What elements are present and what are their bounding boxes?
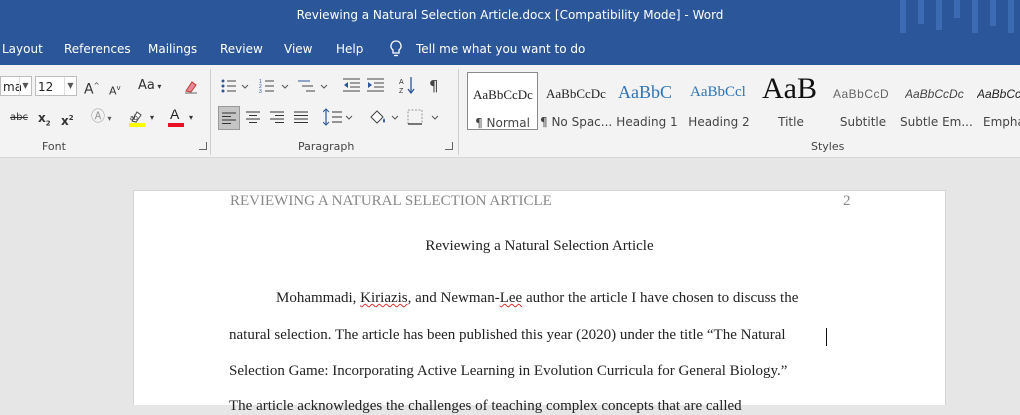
style-preview: AaBbCcl <box>690 84 746 100</box>
subscript-button[interactable]: x2 <box>38 108 51 133</box>
decrease-indent-icon[interactable] <box>343 77 361 93</box>
ribbon-tabs: Layout References Mailings Review View H… <box>0 33 1020 65</box>
group-divider <box>458 69 459 155</box>
justify-icon[interactable] <box>294 110 308 124</box>
tab-review[interactable]: Review <box>220 42 263 56</box>
bullets-icon[interactable] <box>221 78 249 94</box>
chevron-down-icon[interactable]: ▾ <box>189 108 193 128</box>
styles-group-label: Styles <box>811 140 845 153</box>
grow-font-button[interactable]: A^ <box>84 76 99 100</box>
superscript-label: x <box>61 114 69 128</box>
body-line-4: The article acknowledges the challenges … <box>229 398 742 414</box>
body-line-3: Selection Game: Incorporating Active Lea… <box>229 363 788 379</box>
shrink-font-label: A <box>109 84 117 98</box>
svg-text:3: 3 <box>259 89 262 94</box>
document-page[interactable]: REVIEWING A NATURAL SELECTION ARTICLE 2 … <box>133 190 946 414</box>
spelling-error[interactable]: Kiriazis <box>360 290 407 306</box>
font-color-button[interactable]: A <box>168 106 184 128</box>
chevron-down-icon[interactable]: ▾ <box>150 108 154 128</box>
style-heading-2[interactable]: AaBbCcl Heading 2 <box>684 72 754 130</box>
style-preview: AaBbCcDc <box>546 86 606 101</box>
style-name: ¶ No Spac... <box>540 115 613 129</box>
borders-icon[interactable] <box>407 108 439 126</box>
style-no-spacing[interactable]: AaBbCcDc ¶ No Spac... <box>540 72 612 130</box>
svg-text:Z: Z <box>399 88 404 94</box>
font-name-combo[interactable]: ma ▼ <box>0 76 32 96</box>
style-name: Subtle Em... <box>900 115 973 129</box>
tab-references[interactable]: References <box>64 42 131 56</box>
font-group-label: Font <box>42 140 66 153</box>
window-title: Reviewing a Natural Selection Article.do… <box>296 8 724 22</box>
svg-text:ab: ab <box>130 115 138 122</box>
style-emphasis[interactable]: AaBbCcDc Empha <box>972 72 1020 130</box>
tab-view[interactable]: View <box>284 42 312 56</box>
style-name: ¶ Normal <box>475 116 530 130</box>
subscript-label: x <box>38 111 46 125</box>
font-color-label: A <box>170 106 180 122</box>
grow-font-label: A <box>84 81 94 98</box>
multilevel-list-icon[interactable] <box>298 78 328 94</box>
lightbulb-icon <box>390 40 402 57</box>
body-line-2: natural selection. The article has been … <box>229 327 786 343</box>
change-case-label: Aa <box>138 78 155 93</box>
style-title[interactable]: AaB Title <box>756 72 826 130</box>
paragraph-dialog-launcher-icon[interactable] <box>445 142 453 150</box>
font-dialog-launcher-icon[interactable] <box>199 142 207 150</box>
group-divider <box>210 69 211 155</box>
sort-icon[interactable]: AZ <box>399 76 417 94</box>
line-spacing-icon[interactable] <box>323 108 353 126</box>
running-head: REVIEWING A NATURAL SELECTION ARTICLE <box>230 193 552 209</box>
svg-text:A: A <box>399 79 404 86</box>
chevron-down-icon[interactable]: ▼ <box>64 77 76 95</box>
tell-me-search[interactable]: Tell me what you want to do <box>416 42 585 56</box>
font-color-bar <box>168 123 184 127</box>
style-preview: AaBbC <box>618 82 672 102</box>
style-preview: AaBbCcDc <box>473 87 533 102</box>
style-preview: AaBbCcDc <box>977 87 1020 101</box>
shrink-font-button[interactable]: Av <box>109 78 121 102</box>
body-line-1: Mohammadi, Kiriazis, and Newman-Lee auth… <box>276 290 799 306</box>
numbering-icon[interactable]: 123 <box>259 78 289 94</box>
change-case-button[interactable]: Aa ▾ <box>138 76 161 97</box>
align-left-button[interactable] <box>218 106 240 130</box>
increase-indent-icon[interactable] <box>367 77 385 93</box>
highlight-color-bar <box>129 123 145 127</box>
style-name: Empha <box>983 115 1020 129</box>
clear-formatting-icon[interactable] <box>183 79 199 95</box>
style-name: Heading 2 <box>688 115 750 129</box>
align-right-icon[interactable] <box>270 110 284 124</box>
align-left-icon <box>222 112 236 124</box>
style-name: Subtitle <box>839 115 887 129</box>
page-number: 2 <box>843 193 851 209</box>
title-bar: Reviewing a Natural Selection Article.do… <box>0 0 1020 33</box>
style-preview: AaBbCcDc <box>905 87 964 101</box>
align-center-icon[interactable] <box>246 110 260 124</box>
style-subtle-emphasis[interactable]: AaBbCcDc Subtle Em... <box>900 72 973 130</box>
tab-help[interactable]: Help <box>336 42 363 56</box>
tab-layout[interactable]: Layout <box>2 42 43 56</box>
style-heading-1[interactable]: AaBbC Heading 1 <box>612 72 682 130</box>
shading-icon[interactable] <box>369 108 399 126</box>
highlighter-icon: ab <box>130 111 142 123</box>
highlight-button[interactable]: ab <box>129 109 145 127</box>
font-size-value: 12 <box>38 80 54 94</box>
style-name: Heading 1 <box>616 115 678 129</box>
style-normal[interactable]: AaBbCcDc ¶ Normal <box>467 72 538 130</box>
spelling-error[interactable]: Lee <box>500 290 522 306</box>
paragraph-group-label: Paragraph <box>298 140 355 153</box>
font-size-combo[interactable]: 12 ▼ <box>35 76 77 96</box>
text-effects-icon[interactable]: Ⓐ ▾ <box>91 107 112 129</box>
show-formatting-marks-icon[interactable]: ¶ <box>429 76 439 96</box>
tab-mailings[interactable]: Mailings <box>148 42 197 56</box>
style-subtitle[interactable]: AaBbCcD Subtitle <box>828 72 898 130</box>
style-preview: AaB <box>762 72 817 105</box>
strikethrough-button[interactable]: abc <box>10 108 28 128</box>
ribbon: ma ▼ 12 ▼ A^ Av Aa ▾ abc x2 x2 Ⓐ ▾ ab ▾ … <box>0 65 1020 158</box>
chevron-down-icon[interactable]: ▼ <box>19 77 31 95</box>
style-preview: AaBbCcD <box>833 87 890 101</box>
style-name: Title <box>778 115 804 129</box>
text-cursor <box>826 328 827 346</box>
document-heading: Reviewing a Natural Selection Article <box>425 238 654 254</box>
superscript-button[interactable]: x2 <box>61 108 74 131</box>
